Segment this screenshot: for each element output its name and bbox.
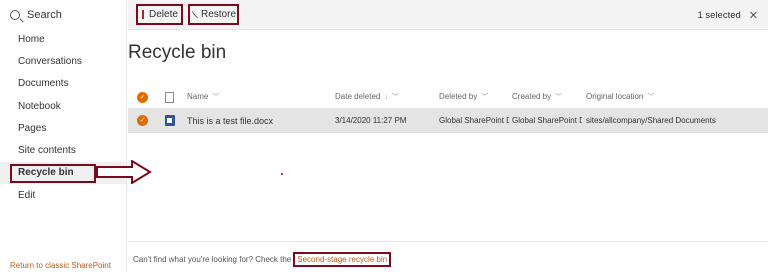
sidebar-item-pages[interactable]: Pages (0, 117, 126, 139)
chevron-down-icon: ﹀ (391, 94, 399, 101)
column-label: Date deleted (335, 92, 381, 101)
file-name[interactable]: This is a test file.docx (187, 116, 273, 126)
original-location: sites/allcompany/Shared Documents (586, 116, 716, 125)
restore-icon (191, 10, 199, 19)
deleted-by: Global SharePoint Di (439, 116, 509, 125)
footer-divider (128, 241, 768, 242)
date-deleted: 3/14/2020 11:27 PM (335, 116, 407, 125)
footer: Can't find what you're looking for? Chec… (133, 252, 392, 267)
page-title: Recycle bin (128, 42, 227, 63)
return-to-classic-link[interactable]: Return to classic SharePoint (10, 261, 111, 270)
sidebar-item-label: Documents (18, 78, 69, 90)
column-header-date-deleted[interactable]: Date deleted ↓ ﹀ (335, 92, 399, 102)
sidebar-item-home[interactable]: Home (0, 28, 126, 50)
restore-button[interactable]: Restore (188, 4, 239, 25)
column-label: Original location (586, 92, 644, 101)
column-label: Created by (512, 92, 552, 101)
annotation-arrow-icon (96, 160, 152, 184)
chevron-down-icon: ﹀ (555, 94, 563, 101)
chevron-down-icon: ﹀ (481, 94, 489, 101)
footer-text: Can't find what you're looking for? Chec… (133, 255, 292, 264)
left-navigation: Search Home Conversations Documents Note… (0, 0, 127, 272)
chevron-down-icon: ﹀ (647, 94, 655, 101)
sidebar-item-edit[interactable]: Edit (0, 184, 126, 206)
close-icon[interactable]: ✕ (749, 9, 758, 22)
search-label: Search (27, 9, 62, 21)
column-header-name[interactable]: Name ﹀ (187, 92, 219, 102)
sidebar-item-conversations[interactable]: Conversations (0, 50, 126, 72)
selection-status: 1 selected ✕ (697, 9, 758, 22)
column-header-created-by[interactable]: Created by ﹀ (512, 92, 582, 102)
sidebar-item-label: Site contents (18, 145, 76, 157)
chevron-down-icon: ﹀ (212, 94, 220, 101)
annotation-dot (281, 173, 283, 175)
sidebar-item-label: Home (18, 33, 45, 45)
command-bar: Delete Restore 1 selected ✕ (128, 0, 768, 30)
trash-icon (142, 10, 144, 19)
delete-button[interactable]: Delete (136, 4, 183, 25)
select-all-checkbox[interactable]: ✓ (137, 91, 148, 103)
sidebar-item-site-contents[interactable]: Site contents (0, 139, 126, 161)
search-box[interactable]: Search (0, 0, 126, 30)
column-header-deleted-by[interactable]: Deleted by ﹀ (439, 92, 509, 102)
row-checkbox[interactable]: ✓ (137, 115, 148, 126)
column-header-original-location[interactable]: Original location ﹀ (586, 92, 654, 102)
created-by: Global SharePoint Di (512, 116, 582, 125)
word-doc-icon (165, 115, 175, 126)
sidebar-item-notebook[interactable]: Notebook (0, 95, 126, 117)
sidebar-item-label: Notebook (18, 100, 61, 112)
sort-down-icon: ↓ (384, 94, 388, 101)
sidebar-item-label: Edit (18, 189, 36, 201)
restore-label: Restore (201, 9, 237, 20)
column-label: Name (187, 92, 209, 101)
selected-count: 1 selected (697, 10, 741, 21)
column-label: Deleted by (439, 92, 478, 101)
table-header: ✓ Name ﹀ Date deleted ↓ ﹀ Deleted by ﹀ Creat… (128, 88, 768, 106)
sidebar-item-documents[interactable]: Documents (0, 73, 126, 95)
sidebar-item-label: Recycle bin (18, 167, 74, 179)
file-type-icon (165, 91, 174, 103)
search-icon (10, 10, 20, 20)
delete-label: Delete (149, 9, 178, 20)
sidebar-item-label: Conversations (18, 55, 82, 67)
sidebar-item-label: Pages (18, 122, 47, 134)
table-row[interactable]: ✓ This is a test file.docx 3/14/2020 11:… (128, 108, 768, 133)
second-stage-recycle-bin-link[interactable]: Second-stage recycle bin (293, 252, 392, 267)
